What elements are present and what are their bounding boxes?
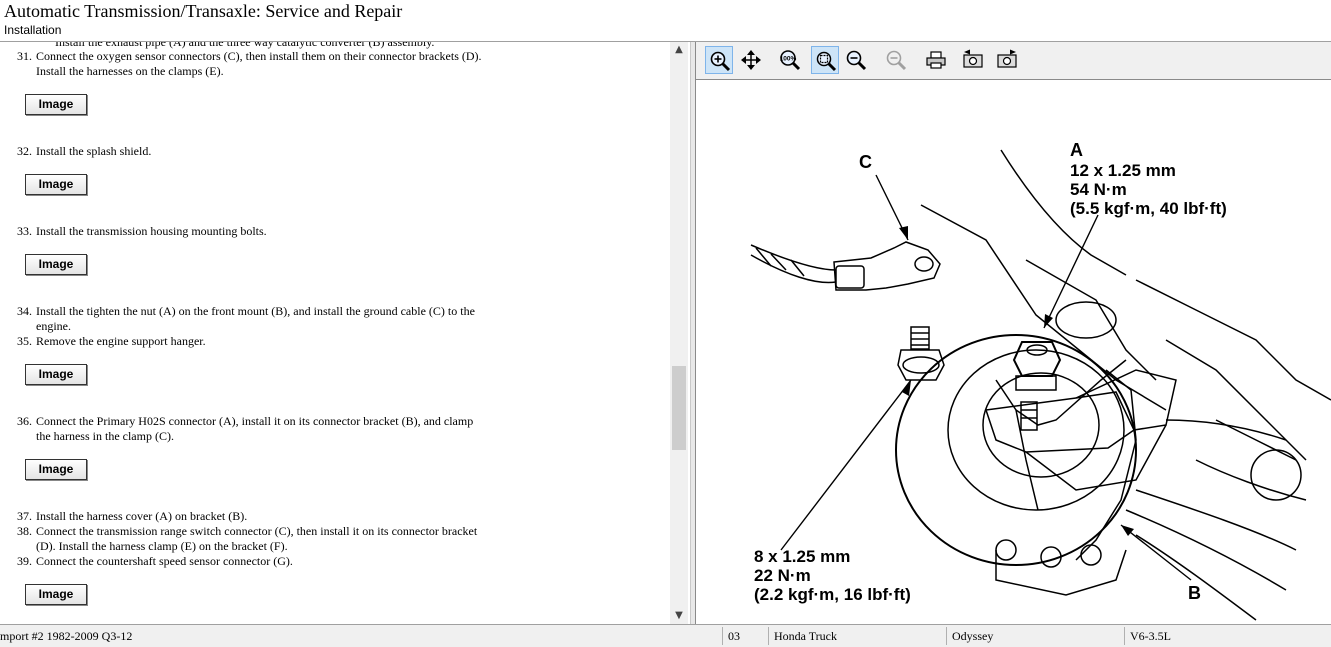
pan-move-icon (741, 50, 761, 70)
zoom-100-text: 100% (780, 56, 797, 63)
label-c: C (859, 152, 872, 172)
zoom-fit-button[interactable] (811, 46, 839, 74)
step-number: 34. (17, 304, 32, 318)
printer-icon (926, 51, 946, 69)
step-text: Connect the Primary H02S connector (A), … (36, 414, 474, 443)
image-button[interactable]: Image (25, 94, 87, 115)
image-button[interactable]: Image (25, 459, 87, 480)
status-divider (1124, 627, 1125, 645)
step-text: Install the tighten the nut (A) on the f… (36, 304, 475, 333)
arrowhead-c (899, 226, 908, 240)
step-text: Connect the countershaft speed sensor co… (36, 554, 293, 568)
zoom-out-disabled-icon (886, 50, 907, 71)
label-bolt-torque: 22 N·m (754, 566, 811, 585)
step-number: 35. (17, 334, 32, 348)
zoom-in-tool-button[interactable] (705, 46, 733, 74)
label-a-torque: 54 N·m (1070, 180, 1127, 199)
status-make: Honda Truck (774, 629, 838, 643)
print-button[interactable] (922, 46, 950, 74)
step-text: Install the harness cover (A) on bracket… (36, 509, 248, 523)
window-title: Automatic Transmission/Transaxle: Servic… (4, 1, 403, 21)
image-button[interactable]: Image (25, 584, 87, 605)
step-text: Remove the engine support hanger. (36, 334, 206, 348)
zoom-out-disabled-button[interactable] (882, 46, 910, 74)
zoom-100-button[interactable]: 100% (776, 46, 804, 74)
label-a: A (1070, 140, 1083, 160)
leader-line-bolt (780, 379, 912, 551)
zoom-actual-size-icon: 100% (780, 50, 801, 71)
section-title: Installation (4, 23, 62, 37)
image-button[interactable]: Image (25, 364, 87, 385)
arrowhead-bolt (902, 380, 911, 396)
status-engine: V6-3.5L (1130, 629, 1171, 643)
scroll-up-arrow-icon[interactable]: ▲ (670, 42, 688, 58)
label-b: B (1188, 583, 1201, 603)
leader-line-b (1120, 524, 1192, 581)
step-number: 36. (17, 414, 32, 428)
image-pane: 100% A 12 x 1.25 mm 54 N·m (5.5 kgf·m, 4… (696, 42, 1331, 624)
instructions-scrollbar[interactable]: ▲ ▼ (670, 42, 688, 624)
image-button[interactable]: Image (25, 174, 87, 195)
status-bar: Import #2 1982-2009 Q3-12 03 Honda Truck… (0, 624, 1331, 647)
step-text: Install the transmission housing mountin… (36, 224, 267, 238)
step-number: 37. (17, 509, 32, 523)
scroll-thumb[interactable] (672, 366, 686, 450)
status-divider (946, 627, 947, 645)
step-text: Connect the transmission range switch co… (36, 524, 478, 553)
step-number: 31. (17, 49, 32, 63)
label-a-size: 12 x 1.25 mm (1070, 161, 1176, 180)
status-divider (768, 627, 769, 645)
zoom-out-icon (846, 50, 867, 71)
previous-image-icon (963, 49, 983, 68)
label-bolt-size: 8 x 1.25 mm (754, 547, 850, 566)
instructions-pane[interactable]: Install the exhaust pipe (A) and the thr… (0, 42, 670, 624)
step-text: Connect the oxygen sensor connectors (C)… (36, 49, 482, 78)
zoom-out-button[interactable] (842, 46, 870, 74)
label-bolt-torque-alt: (2.2 kgf·m, 16 lbf·ft) (754, 585, 911, 604)
next-image-icon (997, 49, 1017, 68)
status-divider (722, 627, 723, 645)
front-mount-diagram: A 12 x 1.25 mm 54 N·m (5.5 kgf·m, 40 lbf… (750, 140, 1331, 621)
step-number: 38. (17, 524, 32, 538)
step-number: 32. (17, 144, 32, 158)
scroll-down-arrow-icon[interactable]: ▼ (670, 608, 688, 624)
status-source: Import #2 1982-2009 Q3-12 (0, 629, 133, 643)
leader-line-a (1043, 214, 1099, 329)
image-button[interactable]: Image (25, 254, 87, 275)
previous-image-button[interactable] (959, 46, 987, 74)
pan-tool-button[interactable] (737, 46, 765, 74)
step-text: Install the splash shield. (36, 144, 152, 158)
step-number: 33. (17, 224, 32, 238)
step-number: 39. (17, 554, 32, 568)
zoom-fit-icon (816, 51, 837, 72)
status-code: 03 (728, 629, 740, 643)
zoom-in-icon (710, 51, 731, 72)
status-model: Odyssey (952, 629, 994, 643)
label-a-torque-alt: (5.5 kgf·m, 40 lbf·ft) (1070, 199, 1227, 218)
next-image-button[interactable] (993, 46, 1021, 74)
image-toolbar: 100% (696, 42, 1331, 80)
